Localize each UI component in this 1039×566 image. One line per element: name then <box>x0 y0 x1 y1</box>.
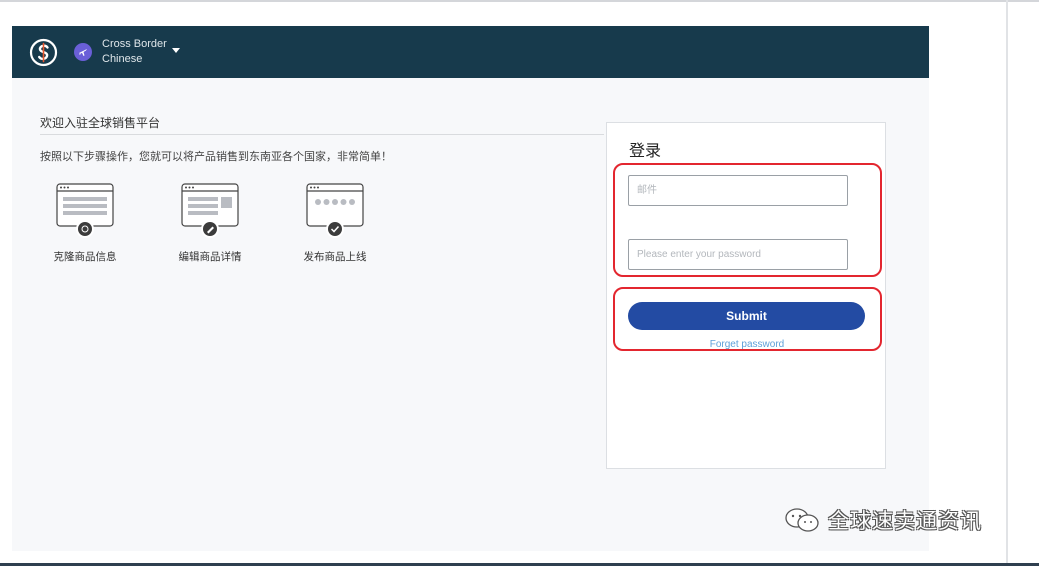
region-line-2: Chinese <box>102 53 143 65</box>
step-clone-listing: 克隆商品信息 <box>35 183 135 264</box>
top-navbar: Cross Border Chinese <box>12 26 929 78</box>
instructions-text: 按照以下步骤操作，您就可以将产品销售到东南亚各个国家，非常简单！ <box>40 151 392 163</box>
highlight-submit-box <box>613 287 882 351</box>
step-publish-online: 发布商品上线 <box>285 183 385 264</box>
frame-top-border <box>0 0 1039 2</box>
s-logo-icon[interactable] <box>29 38 58 67</box>
edit-details-icon <box>181 183 239 238</box>
watermark-text: 全球速卖通资讯 <box>828 509 982 533</box>
login-title: 登录 <box>629 143 662 160</box>
airplane-icon <box>74 43 92 61</box>
frame-right-border <box>1006 0 1008 566</box>
clone-listing-icon <box>56 183 114 238</box>
step-edit-details: 编辑商品详情 <box>160 183 260 264</box>
wechat-icon <box>785 508 819 532</box>
highlight-credentials-box <box>613 163 882 277</box>
divider <box>40 134 604 135</box>
welcome-title: 欢迎入驻全球销售平台 <box>40 116 161 130</box>
region-selector[interactable]: Cross Border Chinese <box>102 37 167 67</box>
step-label: 克隆商品信息 <box>53 251 117 263</box>
caret-down-icon[interactable] <box>172 48 180 53</box>
step-label: 发布商品上线 <box>303 251 367 263</box>
region-line-1: Cross Border <box>102 38 167 50</box>
step-label: 编辑商品详情 <box>178 251 242 263</box>
watermark: 全球速卖通资讯 <box>784 505 982 535</box>
publish-online-icon <box>306 183 364 238</box>
